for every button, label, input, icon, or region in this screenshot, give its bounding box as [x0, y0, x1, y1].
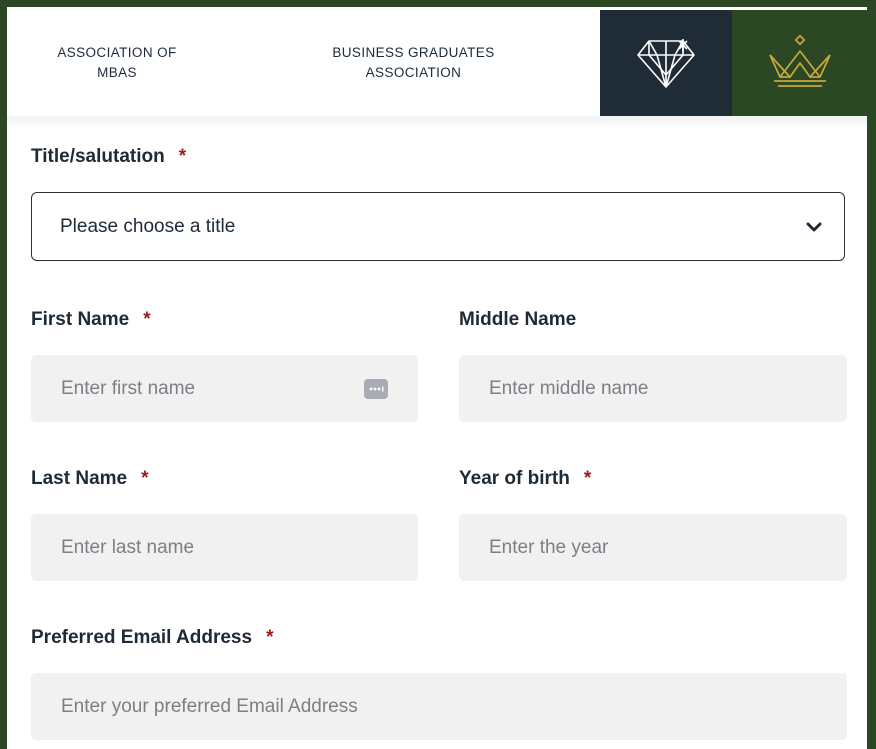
autofill-icon[interactable] [364, 378, 388, 399]
tab-association-of-mbas[interactable]: ASSOCIATION OF MBAS [7, 10, 227, 116]
year-of-birth-input[interactable]: Enter the year [459, 514, 847, 581]
title-select[interactable]: Please choose a title [31, 192, 845, 261]
association-tabs: ASSOCIATION OF MBAS BUSINESS GRADUATES A… [7, 10, 867, 116]
last-name-label: Last Name * [31, 468, 149, 490]
tab-label-line1: ASSOCIATION OF [57, 45, 177, 60]
last-name-label-text: Last Name [31, 468, 128, 489]
tab-label-line1: BUSINESS GRADUATES [332, 45, 495, 60]
chevron-down-icon [806, 222, 822, 231]
email-input[interactable]: Enter your preferred Email Address [31, 673, 847, 740]
tab-diamond-brand[interactable] [600, 10, 732, 116]
email-label: Preferred Email Address * [31, 627, 273, 649]
middle-name-placeholder: Enter middle name [489, 377, 649, 399]
title-select-value: Please choose a title [60, 215, 236, 237]
email-placeholder: Enter your preferred Email Address [61, 695, 358, 717]
required-marker: * [583, 468, 592, 489]
year-of-birth-label-text: Year of birth [459, 468, 570, 489]
tab-crown-brand[interactable] [732, 10, 867, 116]
required-marker: * [266, 627, 274, 648]
last-name-placeholder: Enter last name [61, 536, 195, 558]
email-label-text: Preferred Email Address [31, 627, 253, 648]
tab-label-line2: ASSOCIATION [365, 65, 462, 80]
middle-name-input[interactable]: Enter middle name [459, 355, 847, 422]
first-name-placeholder: Enter first name [61, 377, 196, 399]
diamond-logo-icon [637, 39, 695, 88]
first-name-label: First Name * [31, 309, 151, 331]
year-of-birth-label: Year of birth * [459, 468, 591, 490]
registration-panel: ASSOCIATION OF MBAS BUSINESS GRADUATES A… [7, 7, 867, 749]
tab-label-line2: MBAS [97, 65, 137, 80]
required-marker: * [141, 468, 149, 489]
year-of-birth-placeholder: Enter the year [489, 536, 609, 558]
required-marker: * [178, 146, 187, 167]
title-label: Title/salutation * [31, 146, 186, 168]
tab-business-graduates-association[interactable]: BUSINESS GRADUATES ASSOCIATION [227, 10, 600, 116]
header-divider [7, 116, 867, 128]
last-name-input[interactable]: Enter last name [31, 514, 418, 581]
required-marker: * [143, 309, 151, 330]
title-label-text: Title/salutation [31, 146, 165, 167]
middle-name-label-text: Middle Name [459, 309, 577, 330]
first-name-input[interactable]: Enter first name [31, 355, 418, 422]
crown-logo-icon [768, 34, 831, 87]
middle-name-label: Middle Name [459, 309, 576, 331]
first-name-label-text: First Name [31, 309, 130, 330]
